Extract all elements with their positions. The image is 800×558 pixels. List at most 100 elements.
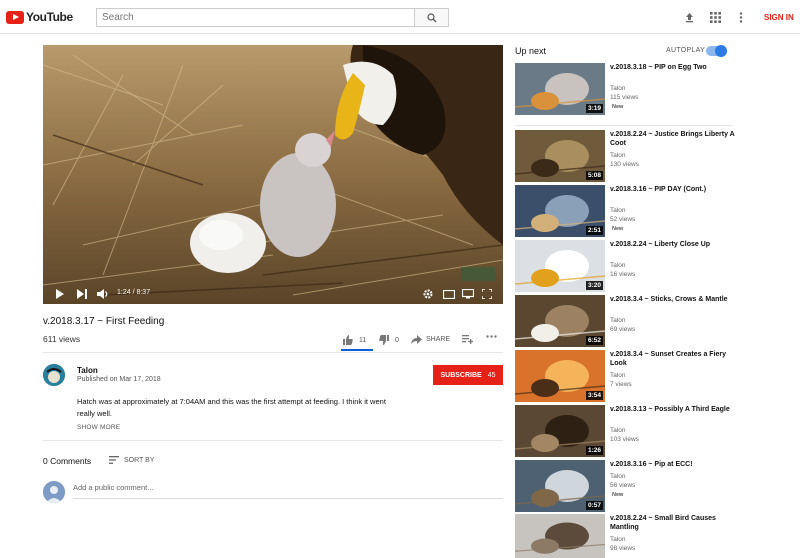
related-video-item[interactable]: 3:19 v.2018.3.18 ~ PIP on Egg Two Talon 115… [515, 63, 745, 115]
related-video-item[interactable]: 5:08 v.2018.2.24 ~ Justice Brings Liberty… [515, 130, 745, 182]
related-video-title[interactable]: v.2018.2.24 ~ Small Bird Causes Mantling [610, 514, 740, 532]
comment-input-underline [73, 498, 503, 499]
next-icon[interactable] [77, 288, 87, 300]
related-video-views: 130 views [610, 161, 639, 168]
video-description: Hatch was at approximately at 7:04AM and… [77, 397, 386, 418]
more-vert-icon[interactable] [735, 11, 747, 23]
apps-grid-icon[interactable] [709, 11, 721, 23]
subscriber-count: 45 [487, 371, 496, 379]
user-avatar-icon [43, 481, 65, 503]
share-icon [411, 335, 422, 344]
like-button[interactable]: 11 [343, 335, 366, 345]
related-video-item[interactable]: 3:20 v.2018.2.24 ~ Liberty Close Up Talon 1… [515, 240, 745, 292]
related-video-item[interactable]: 0:57 v.2018.3.16 ~ Pip at ECC! Talon 56 vie… [515, 460, 745, 512]
related-video-title[interactable]: v.2018.3.16 ~ Pip at ECC! [610, 460, 740, 469]
new-badge: New [612, 104, 624, 110]
video-thumbnail[interactable]: 3:20 [515, 240, 605, 292]
related-video-views: 56 views [610, 482, 636, 489]
sort-by-button[interactable]: SORT BY [109, 456, 154, 464]
add-to-playlist-button[interactable] [462, 335, 473, 344]
video-thumbnail[interactable]: 6:52 [515, 295, 605, 347]
new-badge: New [612, 226, 624, 232]
channel-avatar[interactable] [43, 364, 65, 386]
related-video-title[interactable]: v.2018.3.13 ~ Possibly A Third Eagle [610, 405, 740, 414]
view-count: 611 views [43, 334, 81, 344]
sentiment-bar [341, 349, 373, 351]
search-input[interactable] [96, 8, 415, 27]
related-video-item[interactable]: 2:51 v.2018.3.16 ~ PIP DAY (Cont.) Talon 52… [515, 185, 745, 237]
video-player[interactable]: 1:24 / 8:37 [43, 45, 503, 304]
autoplay-toggle[interactable] [706, 45, 727, 57]
related-video-item[interactable]: 6:52 v.2018.3.4 ~ Sticks, Crows & Mantle T… [515, 295, 745, 347]
volume-icon[interactable] [97, 288, 109, 300]
video-thumbnail[interactable]: 5:08 [515, 130, 605, 182]
related-video-title[interactable]: v.2018.3.16 ~ PIP DAY (Cont.) [610, 185, 740, 194]
video-thumbnail[interactable] [515, 514, 605, 558]
share-button[interactable]: SHARE [411, 335, 450, 344]
cast-icon[interactable] [462, 288, 474, 300]
sign-in-button[interactable]: SIGN IN [764, 13, 794, 22]
video-title: v.2018.3.17 ~ First Feeding [43, 316, 165, 327]
sort-icon [109, 456, 119, 464]
video-duration: 0:57 [585, 501, 603, 510]
video-thumbnail[interactable]: 1:26 [515, 405, 605, 457]
subscribe-label: SUBSCRIBE [440, 371, 482, 379]
video-thumbnail[interactable]: 3:19 [515, 63, 605, 115]
related-video-channel[interactable]: Talon [610, 206, 626, 215]
related-video-title[interactable]: v.2018.3.4 ~ Sticks, Crows & Mantle [610, 295, 740, 304]
related-video-title[interactable]: v.2018.2.24 ~ Justice Brings Liberty A C… [610, 130, 740, 148]
toggle-knob [715, 45, 727, 57]
fullscreen-icon[interactable] [482, 288, 492, 300]
related-video-channel[interactable]: Talon [610, 472, 626, 481]
share-label: SHARE [426, 336, 451, 343]
related-video-channel[interactable]: Talon [610, 426, 626, 435]
video-duration: 6:52 [585, 336, 603, 345]
related-video-views: 69 views [610, 326, 636, 333]
comments-count: 0 Comments [43, 456, 92, 466]
theater-mode-icon[interactable] [443, 288, 455, 300]
divider [43, 440, 503, 441]
play-icon[interactable] [55, 288, 64, 300]
video-thumbnail[interactable]: 3:54 [515, 350, 605, 402]
settings-gear-icon[interactable] [423, 288, 433, 300]
video-duration: 1:26 [585, 446, 603, 455]
sort-by-label: SORT BY [124, 456, 155, 464]
related-video-item[interactable]: 1:26 v.2018.3.13 ~ Possibly A Third Eagle… [515, 405, 745, 457]
related-video-title[interactable]: v.2018.3.4 ~ Sunset Creates a Fiery Look [610, 350, 740, 368]
related-video-channel[interactable]: Talon [610, 84, 626, 93]
top-bar: YouTube SIGN IN [0, 0, 800, 34]
video-thumbnail[interactable]: 0:57 [515, 460, 605, 512]
logo-text: YouTube [26, 10, 73, 24]
autoplay-label: AUTOPLAY [666, 47, 706, 54]
add-comment-input[interactable]: Add a public comment... [73, 483, 153, 492]
video-duration: 2:51 [585, 226, 603, 235]
dislike-button[interactable]: 0 [379, 335, 399, 345]
more-horiz-icon [486, 335, 497, 338]
related-video-views: 52 views [610, 216, 636, 223]
divider [515, 125, 733, 126]
related-video-channel[interactable]: Talon [610, 261, 626, 270]
related-video-views: 115 views [610, 94, 639, 101]
search-icon [426, 12, 436, 22]
youtube-play-icon [6, 10, 24, 24]
subscribe-button[interactable]: SUBSCRIBE 45 [433, 365, 503, 385]
more-actions-button[interactable] [486, 335, 497, 338]
related-video-item[interactable]: 3:54 v.2018.3.4 ~ Sunset Creates a Fiery … [515, 350, 745, 402]
related-video-item[interactable]: v.2018.2.24 ~ Small Bird Causes Mantling… [515, 514, 745, 558]
related-video-title[interactable]: v.2018.3.18 ~ PIP on Egg Two [610, 63, 740, 72]
search-button[interactable] [414, 8, 449, 27]
related-video-channel[interactable]: Talon [610, 371, 626, 380]
related-video-channel[interactable]: Talon [610, 151, 626, 160]
related-video-channel[interactable]: Talon [610, 316, 626, 325]
related-video-title[interactable]: v.2018.2.24 ~ Liberty Close Up [610, 240, 740, 249]
video-thumbnail[interactable]: 2:51 [515, 185, 605, 237]
thumbs-up-icon [343, 335, 353, 345]
upload-icon[interactable] [683, 11, 695, 23]
related-video-channel[interactable]: Talon [610, 535, 626, 544]
video-duration: 3:20 [585, 281, 603, 290]
youtube-logo[interactable]: YouTube [6, 10, 73, 24]
channel-name[interactable]: Talon [77, 366, 98, 375]
player-time: 1:24 / 8:37 [117, 289, 151, 296]
show-more-button[interactable]: SHOW MORE [77, 424, 120, 431]
video-duration: 3:19 [585, 104, 603, 113]
